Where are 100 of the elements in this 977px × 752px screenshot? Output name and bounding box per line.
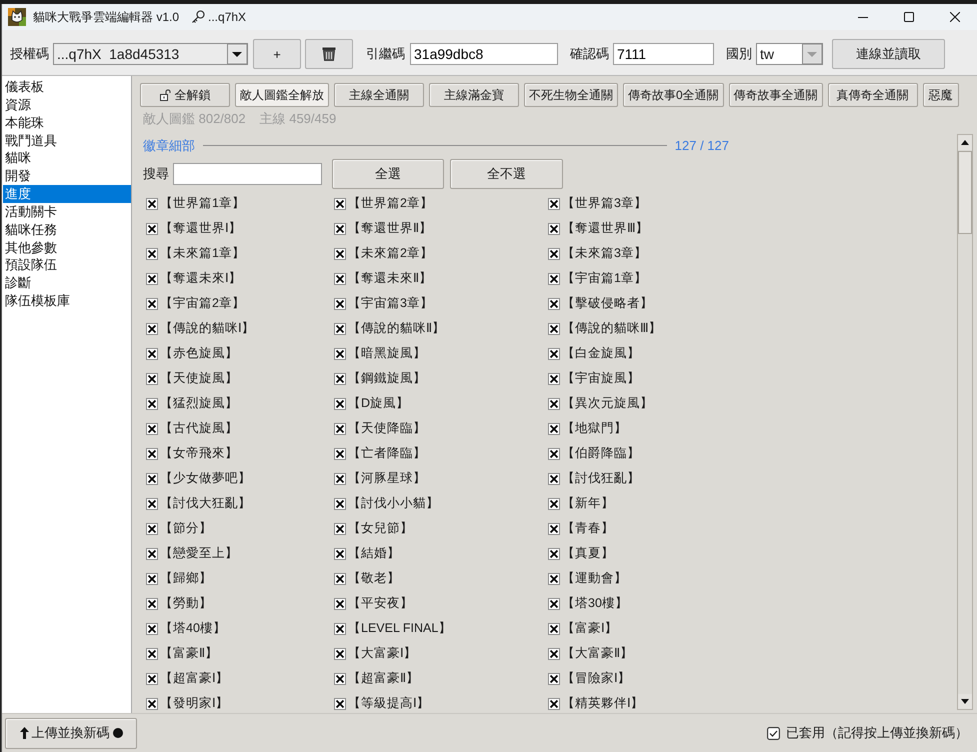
checkbox[interactable]: [146, 422, 158, 434]
badge-label[interactable]: 【暗黑旋風】: [348, 346, 426, 361]
badge-label[interactable]: 【女帝飛來】: [160, 446, 238, 461]
badge-label[interactable]: 【新年】: [562, 496, 614, 511]
checkbox[interactable]: [146, 648, 158, 660]
badge-label[interactable]: 【節分】: [160, 521, 212, 536]
badge-label[interactable]: 【古代旋風】: [160, 421, 238, 436]
checkbox[interactable]: [146, 498, 158, 510]
checkbox[interactable]: [146, 372, 158, 384]
badge-label[interactable]: 【歸鄉】: [160, 571, 212, 586]
sidebar-item[interactable]: 貓咪: [3, 149, 131, 168]
checkbox[interactable]: [334, 472, 346, 484]
badge-label[interactable]: 【塔30樓】: [562, 596, 628, 611]
badge-label[interactable]: 【天使降臨】: [348, 421, 426, 436]
badge-label[interactable]: 【大富豪Ⅰ】: [348, 646, 417, 661]
badge-label[interactable]: 【少女做夢吧】: [160, 471, 251, 486]
action-button[interactable]: 不死生物全通關: [524, 83, 618, 107]
action-button[interactable]: 真傳奇全通關: [828, 83, 918, 107]
confirm-code-field[interactable]: 7111: [613, 43, 714, 65]
select-all-button[interactable]: 全選: [332, 159, 444, 189]
checkbox[interactable]: [146, 698, 158, 710]
checkbox[interactable]: [548, 548, 560, 560]
badge-label[interactable]: 【超富豪Ⅰ】: [160, 671, 229, 686]
checkbox[interactable]: [334, 622, 346, 634]
transfer-code-field[interactable]: 31a99dbc8: [410, 43, 558, 65]
checkbox[interactable]: [146, 622, 158, 634]
checkbox[interactable]: [548, 422, 560, 434]
badge-label[interactable]: 【平安夜】: [348, 596, 413, 611]
badge-label[interactable]: 【猛烈旋風】: [160, 396, 238, 411]
checkbox[interactable]: [548, 472, 560, 484]
sidebar-item[interactable]: 進度: [3, 185, 131, 203]
sidebar-item[interactable]: 儀表板: [3, 78, 131, 96]
sidebar-item[interactable]: 其他參數: [3, 238, 131, 256]
sidebar-item[interactable]: 診斷: [3, 274, 131, 292]
delete-button[interactable]: [305, 39, 353, 69]
scroll-up-button[interactable]: [958, 135, 972, 150]
checkbox[interactable]: [548, 498, 560, 510]
badge-label[interactable]: 【宇宙篇1章】: [562, 271, 647, 286]
badge-label[interactable]: 【青春】: [562, 521, 614, 536]
checkbox[interactable]: [548, 598, 560, 610]
auth-code-dropdown[interactable]: ...q7hX 1a8d45313: [53, 43, 248, 65]
action-button[interactable]: 全解鎖: [140, 83, 230, 107]
checkbox[interactable]: [548, 572, 560, 584]
checkbox[interactable]: [146, 548, 158, 560]
checkbox[interactable]: [334, 272, 346, 284]
badge-label[interactable]: 【亡者降臨】: [348, 446, 426, 461]
checkbox[interactable]: [146, 222, 158, 234]
action-button[interactable]: 傳奇故事0全通關: [623, 83, 724, 107]
badge-label[interactable]: 【等級提高Ⅰ】: [348, 696, 430, 711]
applied-label[interactable]: 已套用（記得按上傳並換新碼）: [786, 724, 968, 742]
badge-label[interactable]: 【世界篇1章】: [160, 196, 245, 211]
checkbox[interactable]: [146, 248, 158, 260]
sidebar-item[interactable]: 貓咪任務: [3, 220, 131, 239]
close-icon[interactable]: [950, 12, 960, 22]
country-dropdown[interactable]: tw: [756, 43, 823, 65]
badge-label[interactable]: 【傳說的貓咪Ⅰ】: [160, 321, 255, 336]
action-button[interactable]: 傳奇故事全通關: [728, 83, 823, 107]
badge-label[interactable]: 【敬老】: [348, 571, 400, 586]
checkbox[interactable]: [334, 448, 346, 460]
checkbox[interactable]: [334, 298, 346, 310]
scrollbar-track[interactable]: [957, 134, 973, 710]
badge-label[interactable]: 【宇宙篇3章】: [348, 296, 433, 311]
badge-label[interactable]: 【擊破侵略者】: [562, 296, 653, 311]
checkbox[interactable]: [146, 398, 158, 410]
checkbox[interactable]: [334, 248, 346, 260]
badge-label[interactable]: 【討伐小小貓】: [348, 496, 439, 511]
checkbox[interactable]: [334, 322, 346, 334]
badge-label[interactable]: 【大富豪Ⅱ】: [562, 646, 634, 661]
badge-label[interactable]: 【伯爵降臨】: [562, 446, 640, 461]
checkbox[interactable]: [334, 198, 346, 210]
checkbox[interactable]: [334, 698, 346, 710]
checkbox[interactable]: [146, 298, 158, 310]
badge-label[interactable]: 【異次元旋風】: [562, 396, 653, 411]
badge-label[interactable]: 【河豚星球】: [348, 471, 426, 486]
checkbox[interactable]: [548, 322, 560, 334]
checkbox[interactable]: [334, 498, 346, 510]
badge-label[interactable]: 【世界篇3章】: [562, 196, 647, 211]
sidebar-item[interactable]: 活動關卡: [3, 202, 131, 221]
checkbox[interactable]: [334, 348, 346, 360]
badge-label[interactable]: 【奪還世界Ⅰ】: [160, 221, 242, 236]
checkbox[interactable]: [146, 448, 158, 460]
badge-label[interactable]: 【真夏】: [562, 546, 614, 561]
badge-label[interactable]: 【富豪Ⅱ】: [160, 646, 218, 661]
checkbox[interactable]: [548, 248, 560, 260]
badge-label[interactable]: 【D旋風】: [348, 396, 410, 411]
scroll-down-button[interactable]: [958, 694, 972, 709]
badge-label[interactable]: 【發明家Ⅰ】: [160, 696, 229, 711]
search-field[interactable]: [173, 163, 322, 185]
scrollbar-thumb[interactable]: [958, 151, 972, 234]
checkbox[interactable]: [548, 348, 560, 360]
checkbox[interactable]: [548, 522, 560, 534]
badge-label[interactable]: 【未來篇3章】: [562, 246, 647, 261]
badge-label[interactable]: 【冒險家Ⅰ】: [562, 671, 631, 686]
badge-label[interactable]: 【結婚】: [348, 546, 400, 561]
checkbox[interactable]: [146, 348, 158, 360]
checkbox[interactable]: [334, 222, 346, 234]
badge-label[interactable]: 【世界篇2章】: [348, 196, 433, 211]
badge-label[interactable]: 【LEVEL FINAL】: [348, 621, 452, 636]
maximize-icon[interactable]: [904, 12, 914, 22]
checkbox[interactable]: [146, 572, 158, 584]
